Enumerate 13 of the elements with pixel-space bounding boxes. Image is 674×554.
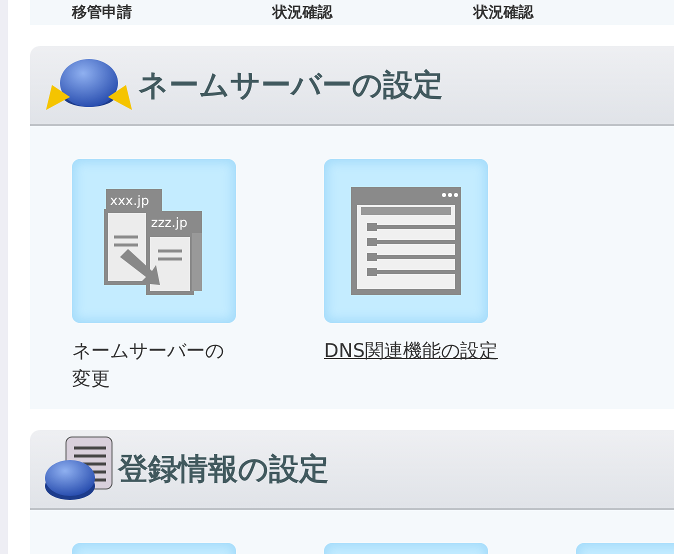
menu-tile[interactable] bbox=[324, 159, 488, 323]
menu-label[interactable]: ネームサーバーの変更 bbox=[72, 337, 237, 393]
section-title: ネームサーバーの設定 bbox=[138, 66, 443, 104]
domain-label: xxx.jp bbox=[110, 194, 150, 209]
documents-arrow-icon bbox=[104, 189, 202, 295]
globe-document-icon bbox=[44, 436, 114, 502]
checklist-window-icon bbox=[349, 185, 463, 297]
domain-label: zzz.jp bbox=[151, 216, 188, 231]
menu-label[interactable]: 移管申請 bbox=[72, 3, 273, 22]
menu-link[interactable]: DNS関連機能の設定 bbox=[324, 337, 498, 365]
menu-label[interactable]: 状況確認 bbox=[272, 3, 474, 22]
menu-label[interactable]: 状況確認 bbox=[473, 3, 674, 22]
section-title: 登録情報の設定 bbox=[118, 450, 329, 488]
